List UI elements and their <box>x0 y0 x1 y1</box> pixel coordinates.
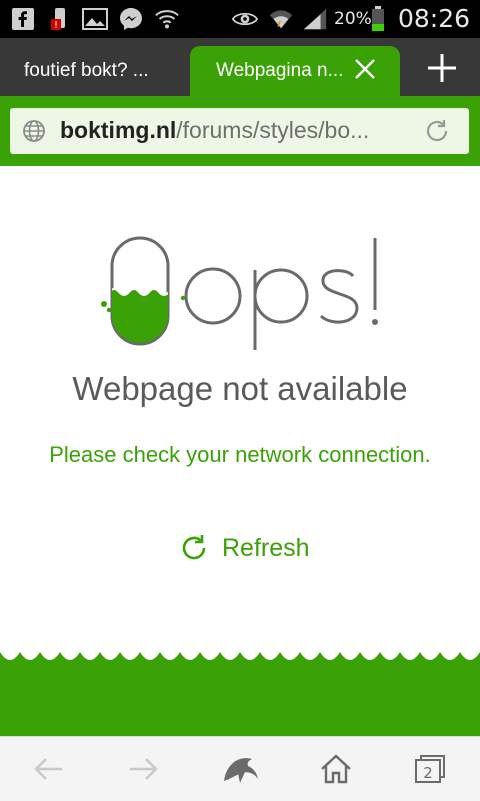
wifi-hotspot-icon <box>154 6 180 32</box>
refresh-button[interactable]: Refresh <box>178 530 310 566</box>
address-bar[interactable]: boktimg.nl/forums/styles/bo... <box>10 108 469 154</box>
svg-text:!: ! <box>54 20 58 31</box>
globe-icon <box>22 119 46 143</box>
gallery-icon <box>82 6 108 32</box>
wifi-icon <box>268 6 294 32</box>
tab-label: Webpagina n... <box>216 60 344 81</box>
oops-logo <box>101 236 378 350</box>
close-icon[interactable] <box>354 58 376 80</box>
back-arrow-icon[interactable] <box>30 751 66 787</box>
messenger-icon <box>118 6 144 32</box>
url-domain: boktimg.nl <box>60 117 177 143</box>
tab-inactive[interactable]: foutief bokt? ... <box>0 46 200 96</box>
battery-alert-icon: ! <box>46 6 72 32</box>
tab-active[interactable]: Webpagina n... <box>190 46 400 96</box>
new-tab-button[interactable] <box>422 48 462 88</box>
error-title: Webpage not available <box>72 370 408 407</box>
dolphin-icon[interactable] <box>220 751 260 787</box>
url-text[interactable]: boktimg.nl/forums/styles/bo... <box>60 117 390 144</box>
reload-icon[interactable] <box>423 117 451 145</box>
tabs-icon[interactable]: 2 <box>412 751 448 787</box>
plus-icon <box>428 54 456 82</box>
tab-count: 2 <box>423 764 433 782</box>
signal-icon <box>302 6 328 32</box>
refresh-icon <box>182 535 206 560</box>
home-icon[interactable] <box>318 751 354 787</box>
eye-icon <box>232 6 258 32</box>
refresh-label: Refresh <box>222 533 310 562</box>
clock: 08:26 <box>398 4 471 33</box>
status-bar: ! 20% 08:26 <box>0 0 480 38</box>
tab-bar: foutief bokt? ... Webpagina n... <box>0 38 480 96</box>
url-path: /forums/styles/bo... <box>176 117 370 143</box>
wave-decoration <box>0 652 480 736</box>
facebook-icon <box>10 6 36 32</box>
battery-percent: 20% <box>334 9 372 29</box>
address-bar-container: boktimg.nl/forums/styles/bo... <box>0 96 480 166</box>
error-message: Please check your network connection. <box>49 442 431 467</box>
battery-icon <box>370 6 386 32</box>
forward-arrow-icon[interactable] <box>126 751 162 787</box>
tab-label: foutief bokt? ... <box>24 60 149 81</box>
bottom-nav: 2 <box>0 736 480 801</box>
